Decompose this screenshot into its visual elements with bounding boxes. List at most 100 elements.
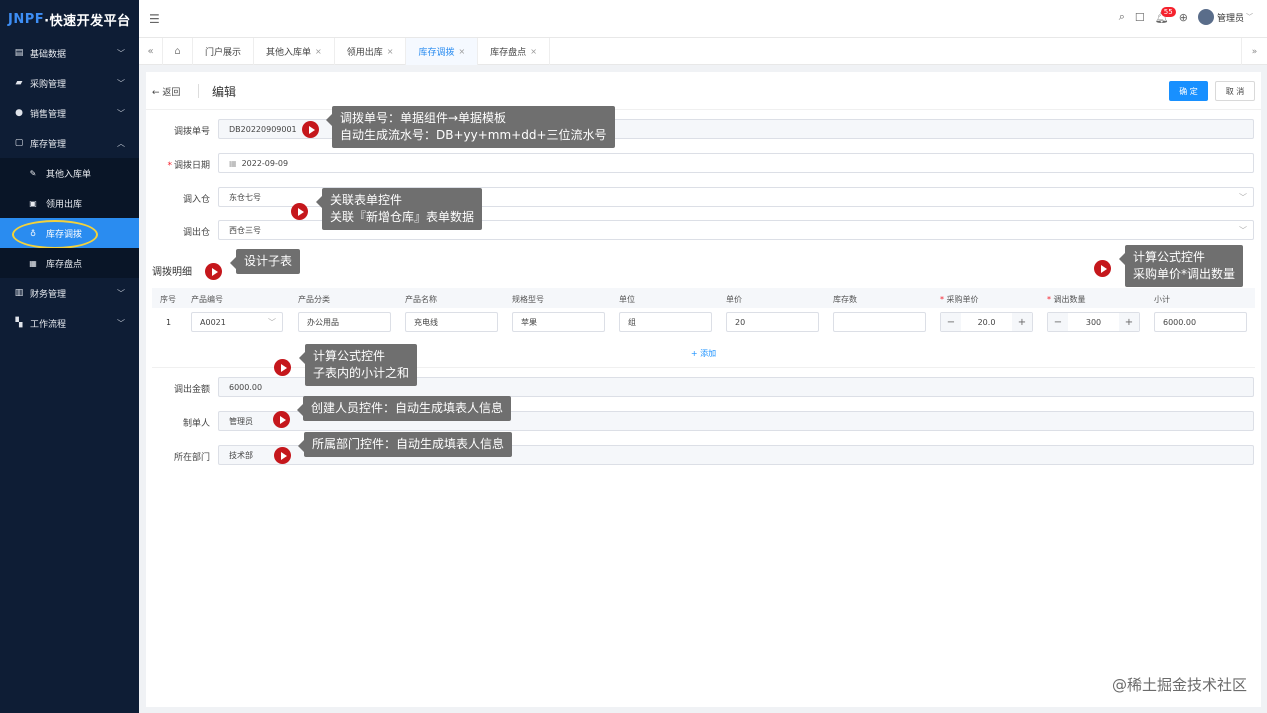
column-header: 产品分类 <box>298 295 330 304</box>
plus-icon[interactable]: + <box>1119 313 1139 331</box>
sidebar-item-basic-data[interactable]: ▤ 基础数据 ﹀ <box>0 38 139 68</box>
callout-transfer-no: 调拨单号：单据组件→单据模板 自动生成流水号：DB+yy+mm+dd+三位流水号 <box>326 106 615 148</box>
sidebar-item-stocktaking[interactable]: ▦ 库存盘点 <box>0 248 139 278</box>
detail-table-header: 序号 产品编号 产品分类 产品名称 规格型号 单位 单价 库存数 * 采购单价 … <box>152 288 1255 308</box>
price-cell[interactable]: 20 <box>726 312 819 332</box>
sidebar-item-workflow[interactable]: ▚ 工作流程 ﹀ <box>0 308 139 338</box>
callout-subtotal-formula: 计算公式控件 采购单价*调出数量 <box>1118 245 1244 287</box>
sidebar-item-stock-transfer[interactable]: ♁ 库存调拨 <box>0 218 139 249</box>
transfer-no-label: 调拨单号 <box>173 127 210 137</box>
table-icon: ▦ <box>29 258 37 268</box>
row-index: 1 <box>166 318 172 327</box>
transfer-date-picker[interactable]: ▦ 2022-09-09 <box>218 153 1254 173</box>
calendar-icon: ▦ <box>229 158 237 168</box>
column-header: 单价 <box>726 295 742 304</box>
minus-icon[interactable]: − <box>941 313 961 331</box>
finance-icon: ▥ <box>14 288 24 298</box>
column-header: 库存数 <box>833 295 857 304</box>
back-button[interactable]: ← 返回 <box>152 85 180 98</box>
chevron-down-icon: ﹀ <box>1239 193 1247 202</box>
user-menu[interactable]: 管理员 ﹀ <box>1197 9 1253 25</box>
flag-marker-icon <box>274 359 291 376</box>
page-title: 编辑 <box>212 85 237 99</box>
arrow-left-icon: ← <box>152 88 160 98</box>
detail-section-title: 调拨明细 <box>152 267 192 278</box>
globe-icon[interactable]: ⊕ <box>1179 11 1188 24</box>
tab-scroll-left-icon[interactable]: « <box>139 37 163 65</box>
truck-icon: ▰ <box>15 78 23 88</box>
close-icon[interactable]: × <box>458 47 465 56</box>
close-icon[interactable]: × <box>530 47 537 56</box>
watermark: @稀土掘金技术社区 <box>1111 676 1247 694</box>
plus-icon[interactable]: + <box>1012 313 1032 331</box>
minus-icon[interactable]: − <box>1048 313 1068 331</box>
document-icon: ▤ <box>14 48 24 58</box>
message-icon[interactable]: ☐ <box>1135 11 1145 24</box>
tab-other-inbound[interactable]: 其他入库单 × <box>254 37 335 65</box>
stock-cell[interactable] <box>833 312 926 332</box>
chevron-down-icon: ﹀ <box>117 48 125 58</box>
out-warehouse-label: 调出仓 <box>182 228 210 238</box>
chevron-down-icon: ﹀ <box>1239 226 1247 235</box>
workflow-icon: ▚ <box>15 318 23 328</box>
main-content: ← 返回 编辑 确 定 取 消 调拨单号 DB20220909001 * 调拨日期… <box>146 72 1261 707</box>
notification-bell-icon[interactable]: 🔔︎ 55 <box>1155 6 1176 24</box>
in-warehouse-label: 调入仓 <box>182 195 210 205</box>
award-icon: ♁ <box>30 228 36 238</box>
product-category-cell[interactable]: 办公用品 <box>298 312 391 332</box>
qty-stepper[interactable]: −300 + <box>1047 312 1140 332</box>
column-header: 规格型号 <box>512 295 544 304</box>
card-icon: ▣ <box>29 198 37 208</box>
tab-portal[interactable]: 门户展示 <box>193 37 255 65</box>
tab-requisition-outbound[interactable]: 领用出库 × <box>335 37 407 65</box>
avatar <box>1197 9 1214 25</box>
user-icon: ● <box>15 108 23 118</box>
app-logo: JNPF ·快速开发平台 <box>8 11 131 29</box>
edit-icon: ✎ <box>29 168 37 178</box>
chevron-down-icon: ﹀ <box>117 78 125 88</box>
tab-stocktaking[interactable]: 库存盘点 × <box>478 37 550 65</box>
chevron-down-icon: ﹀ <box>117 108 125 118</box>
search-icon[interactable]: ⌕ <box>1119 10 1125 24</box>
unit-cell[interactable]: 组 <box>619 312 712 332</box>
purchase-price-stepper[interactable]: −20.0 + <box>940 312 1033 332</box>
flag-marker-icon <box>1094 260 1111 277</box>
confirm-button[interactable]: 确 定 <box>1169 81 1208 101</box>
sidebar-item-inventory[interactable]: ▢ 库存管理 ︿ <box>0 128 139 158</box>
cancel-button[interactable]: 取 消 <box>1215 81 1255 101</box>
tab-stock-transfer[interactable]: 库存调拨 × <box>406 37 479 65</box>
product-code-select[interactable]: A0021 ﹀ <box>191 312 283 332</box>
flag-marker-icon <box>274 447 291 464</box>
amount-label: 调出金额 <box>173 385 210 395</box>
tab-scroll-right-icon[interactable]: » <box>1241 38 1267 65</box>
chevron-up-icon: ︿ <box>117 138 125 148</box>
menu-toggle-icon[interactable]: ☰ <box>149 12 160 26</box>
sidebar-item-finance[interactable]: ▥ 财务管理 ﹀ <box>0 278 139 308</box>
product-name-cell[interactable]: 充电线 <box>405 312 498 332</box>
callout-subtable: 设计子表 <box>229 249 301 274</box>
chevron-down-icon: ﹀ <box>268 318 276 327</box>
inventory-icon: ▢ <box>14 138 24 148</box>
tab-bar: « ⌂ 门户展示 其他入库单 × 领用出库 × 库存调拨 × 库存盘点 × » <box>139 37 1267 65</box>
subtotal-cell[interactable]: 6000.00 <box>1154 312 1247 332</box>
flag-marker-icon <box>273 411 290 428</box>
flag-marker-icon <box>291 203 308 220</box>
maker-label: 制单人 <box>182 419 210 429</box>
close-icon[interactable]: × <box>387 47 394 56</box>
home-icon[interactable]: ⌂ <box>163 37 193 65</box>
transfer-date-label: * 调拨日期 <box>167 161 210 171</box>
notification-badge: 55 <box>1160 6 1176 17</box>
column-header: 单位 <box>619 295 635 304</box>
sidebar-item-requisition-outbound[interactable]: ▣ 领用出库 <box>0 188 139 218</box>
dept-label: 所在部门 <box>173 453 210 463</box>
sidebar: JNPF ·快速开发平台 ▤ 基础数据 ﹀ ▰ 采购管理 ﹀ ● 销售管理 ﹀ ▢ 库存管理 ︿ … <box>0 0 139 713</box>
column-header: 产品名称 <box>405 295 437 304</box>
callout-creator: 创建人员控件：自动生成填表人信息 <box>296 396 512 421</box>
top-header: ☰ ⌕ ☐ 🔔︎ 55 ⊕ 管理员 ﹀ <box>139 0 1267 38</box>
sidebar-item-purchase[interactable]: ▰ 采购管理 ﹀ <box>0 68 139 98</box>
sidebar-item-sales[interactable]: ● 销售管理 ﹀ <box>0 98 139 128</box>
callout-department: 所属部门控件：自动生成填表人信息 <box>297 432 513 457</box>
spec-cell[interactable]: 苹果 <box>512 312 605 332</box>
sidebar-item-other-inbound[interactable]: ✎ 其他入库单 <box>0 158 139 188</box>
close-icon[interactable]: × <box>315 47 322 56</box>
